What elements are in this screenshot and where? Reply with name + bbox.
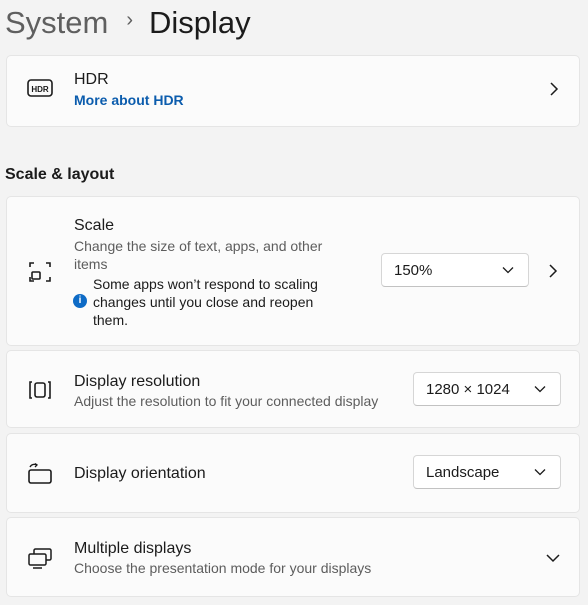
chevron-down-icon: [534, 469, 546, 476]
scale-value: 150%: [394, 262, 433, 279]
svg-text:HDR: HDR: [31, 85, 49, 94]
scale-icon: [27, 259, 53, 285]
chevron-right-icon: [546, 81, 562, 97]
chevron-down-icon: [502, 267, 514, 274]
display-orientation-icon: [27, 461, 53, 487]
multiple-displays-icon: [27, 545, 53, 571]
display-orientation-dropdown[interactable]: Landscape: [413, 455, 561, 489]
page-title: Display: [149, 4, 251, 40]
chevron-down-icon[interactable]: [545, 550, 561, 566]
display-resolution-title: Display resolution: [74, 373, 201, 390]
display-orientation-title: Display orientation: [74, 465, 206, 482]
scale-dropdown[interactable]: 150%: [381, 253, 529, 287]
scale-note: Some apps won’t respond to scaling chang…: [93, 276, 318, 328]
scale-description: Change the size of text, apps, and other…: [74, 238, 323, 272]
more-about-hdr-link[interactable]: More about HDR: [74, 92, 184, 108]
chevron-down-icon: [534, 386, 546, 393]
hdr-icon: HDR: [27, 75, 53, 101]
multiple-displays-card[interactable]: Multiple displays Choose the presentatio…: [6, 517, 580, 597]
display-orientation-value: Landscape: [426, 464, 500, 481]
breadcrumb-system-link[interactable]: System: [5, 7, 108, 38]
display-resolution-description: Adjust the resolution to fit your connec…: [74, 393, 379, 409]
breadcrumb-chevron-icon: ›: [126, 9, 134, 31]
multiple-displays-title: Multiple displays: [74, 540, 192, 557]
hdr-card[interactable]: HDR HDR More about HDR: [6, 55, 580, 127]
breadcrumb: System › Display: [5, 0, 251, 44]
multiple-displays-description: Choose the presentation mode for your di…: [74, 560, 372, 576]
display-resolution-icon: [27, 377, 53, 403]
display-resolution-dropdown[interactable]: 1280 × 1024: [413, 372, 561, 406]
info-icon: i: [73, 294, 87, 308]
scale-title: Scale: [74, 217, 115, 234]
hdr-title: HDR: [74, 71, 109, 88]
display-resolution-value: 1280 × 1024: [426, 381, 510, 398]
scale-chevron-right-icon[interactable]: [545, 263, 561, 279]
section-heading-scale-layout: Scale & layout: [5, 166, 115, 183]
